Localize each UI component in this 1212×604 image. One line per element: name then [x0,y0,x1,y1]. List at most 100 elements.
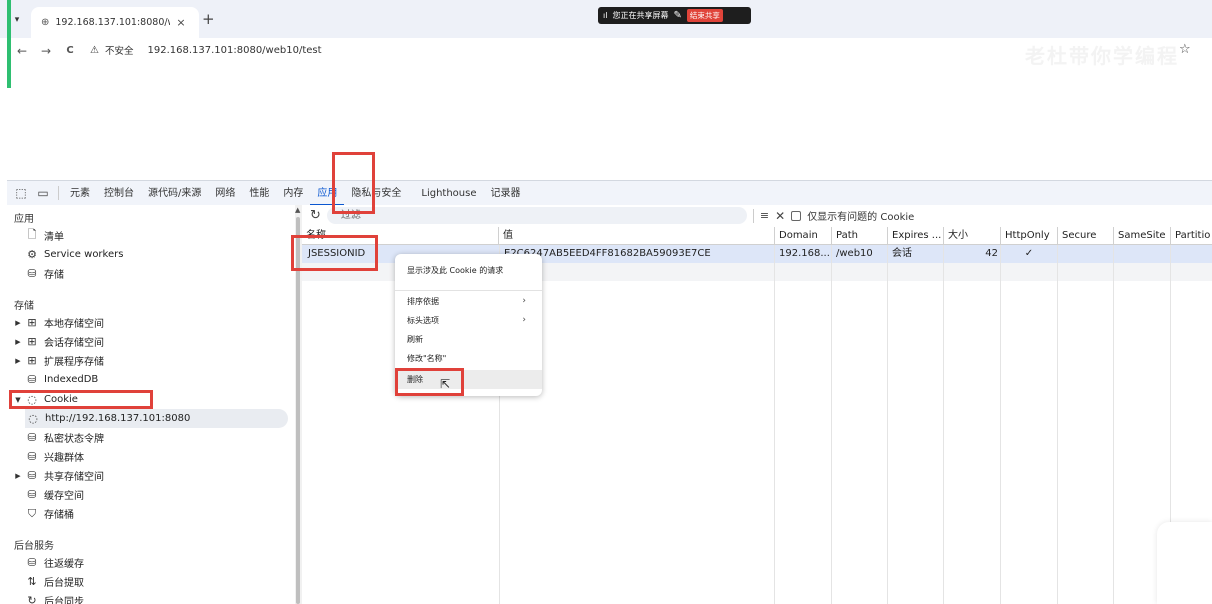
tab-elements[interactable]: 元素 [63,181,97,206]
cell-path[interactable]: /web10 [832,245,887,263]
sidebar-item-session-storage[interactable]: ▶ ⊞ 会话存储空间 [12,332,104,351]
tab-memory[interactable]: 内存 [276,181,310,206]
sidebar-item-extension-storage[interactable]: ▶ ⊞ 扩展程序存储 [12,351,104,370]
column-divider [1057,245,1058,604]
scroll-up-arrow-icon[interactable]: ▲ [295,206,300,214]
cookie-icon: ◌ [28,412,38,425]
sidebar-item-background-sync[interactable]: ↻ 后台同步 [12,591,84,604]
tab-network[interactable]: 网络 [208,181,242,206]
browser-tab[interactable]: ⊕ 192.168.137.101:8080/web10 × [31,7,199,38]
sidebar-item-storage-overview[interactable]: ⛁ 存储 [12,264,64,283]
menu-separator [395,290,542,291]
green-edge-bar [7,0,11,88]
cell-domain[interactable]: 192.168... [775,245,831,263]
sidebar-item-manifest[interactable]: 🗋 清单 [12,226,64,245]
sidebar-item-label: 清单 [44,232,64,243]
inspect-element-icon[interactable]: ⬚ [10,186,32,200]
tab-performance[interactable]: 性能 [242,181,276,206]
toolbar-divider [58,186,59,200]
sidebar-item-label: 本地存储空间 [44,319,104,330]
highlight-box-jsessionid [291,235,378,271]
sidebar-item-label: 扩展程序存储 [44,357,104,368]
device-toggle-icon[interactable]: ▭ [32,186,54,200]
column-header-httponly[interactable]: HttpOnly [1001,227,1058,245]
sidebar-item-label: 往返缓存 [44,559,84,570]
column-header-samesite[interactable]: SameSite [1114,227,1171,245]
expand-arrow-icon[interactable]: ▶ [12,338,24,346]
column-divider [774,245,775,604]
menu-item-edit-name[interactable]: 修改"名称" [395,349,542,368]
column-header-domain[interactable]: Domain [775,227,832,245]
cell-httponly[interactable]: ✓ [1001,245,1057,263]
sidebar-item-label: 缓存空间 [44,491,84,502]
column-divider [887,245,888,604]
sidebar-item-private-state-tokens[interactable]: ⛁ 私密状态令牌 [12,428,104,447]
globe-icon: ⊕ [41,17,50,28]
clear-all-icon[interactable]: ✕ [775,209,785,223]
sidebar-item-bfcache[interactable]: ⛁ 往返缓存 [12,553,84,572]
new-tab-button[interactable]: + [202,10,215,28]
refresh-icon[interactable]: ↻ [310,208,321,223]
column-header-expires[interactable]: Expires ... [888,227,944,245]
sidebar-scrollbar[interactable] [296,217,300,604]
database-icon: ⛁ [27,267,37,280]
sidebar-item-label: IndexedDB [44,374,99,385]
column-header-path[interactable]: Path [832,227,888,245]
tab-sources[interactable]: 源代码/来源 [141,181,208,206]
menu-item-show-requests[interactable]: 显示涉及此 Cookie 的请求 [395,261,542,280]
close-tab-icon[interactable]: × [176,16,185,29]
cell-expires[interactable]: 会话 [888,245,943,263]
clear-filtered-icon[interactable]: ≡ [760,209,769,222]
chevron-right-icon: › [522,315,526,325]
tab-title: 192.168.137.101:8080/web10 [55,17,170,28]
sidebar-item-label: 会话存储空间 [44,338,104,349]
warning-icon: ⚠ [90,44,99,56]
sidebar-item-service-workers[interactable]: ⚙ Service workers [12,245,123,264]
table-icon: ⊞ [27,316,37,329]
filter-input[interactable]: 过滤 [326,207,747,224]
sidebar-item-label: 后台提取 [44,578,84,589]
devtools-toolbar: ⬚ ▭ 元素 控制台 源代码/来源 网络 性能 内存 应用 隐私与安全 Ligh… [7,180,1212,206]
chevron-right-icon: › [522,296,526,306]
column-divider [1113,245,1114,604]
expand-arrow-icon[interactable]: ▶ [12,357,24,365]
sidebar-item-label: Service workers [44,249,124,260]
back-button[interactable]: ← [10,44,34,58]
expand-arrow-icon[interactable]: ▶ [12,319,24,327]
stop-share-button[interactable]: 结束共享 [686,9,723,22]
gear-icon: ⚙ [27,248,37,261]
bookmark-star-icon[interactable]: ☆ [1179,42,1191,57]
menu-item-refresh[interactable]: 刷新 [395,330,542,349]
sidebar-item-cookie-origin[interactable]: ◌ http://192.168.137.101:8080 [25,409,288,428]
column-header-partition[interactable]: Partitio [1171,227,1212,245]
sidebar-item-cache-storage[interactable]: ⛁ 缓存空间 [12,485,84,504]
sidebar-item-interest-groups[interactable]: ⛁ 兴趣群体 [12,447,84,466]
sidebar-item-local-storage[interactable]: ▶ ⊞ 本地存储空间 [12,313,104,332]
tab-lighthouse[interactable]: Lighthouse [414,181,483,206]
sidebar-item-background-fetch[interactable]: ⇅ 后台提取 [12,572,84,591]
table-icon: ⊞ [27,354,37,367]
forward-button[interactable]: → [34,44,58,58]
only-issues-checkbox[interactable] [791,210,802,221]
reload-button[interactable]: C [58,45,82,56]
overlay-widget [1157,522,1212,604]
share-text: 您正在共享屏幕 [612,11,669,20]
sidebar-item-indexeddb[interactable]: ⛁ IndexedDB [12,370,98,389]
cell-size[interactable]: 42 [944,245,1000,263]
column-header-secure[interactable]: Secure [1058,227,1114,245]
sidebar-item-label: 共享存储空间 [44,472,104,483]
column-header-value[interactable]: 值 [499,227,775,245]
tab-console[interactable]: 控制台 [97,181,141,206]
share-logo-icon: ✎ [673,10,682,21]
menu-item-header-options[interactable]: 标头选项 › [395,311,542,330]
sidebar-item-storage-buckets[interactable]: ⛉ 存储桶 [12,504,74,523]
menu-item-sort-by[interactable]: 排序依据 › [395,292,542,311]
fetch-arrows-icon: ⇅ [27,575,37,588]
column-header-size[interactable]: 大小 [944,227,1001,245]
watermark: 老杜带你学编程 [1025,44,1179,68]
tab-recorder[interactable]: 记录器 [484,181,528,206]
expand-arrow-icon[interactable]: ▶ [12,472,24,480]
sidebar-item-shared-storage[interactable]: ▶ ⛁ 共享存储空间 [12,466,104,485]
sync-icon: ↻ [27,594,37,604]
sidebar-item-label: 存储 [44,270,64,281]
